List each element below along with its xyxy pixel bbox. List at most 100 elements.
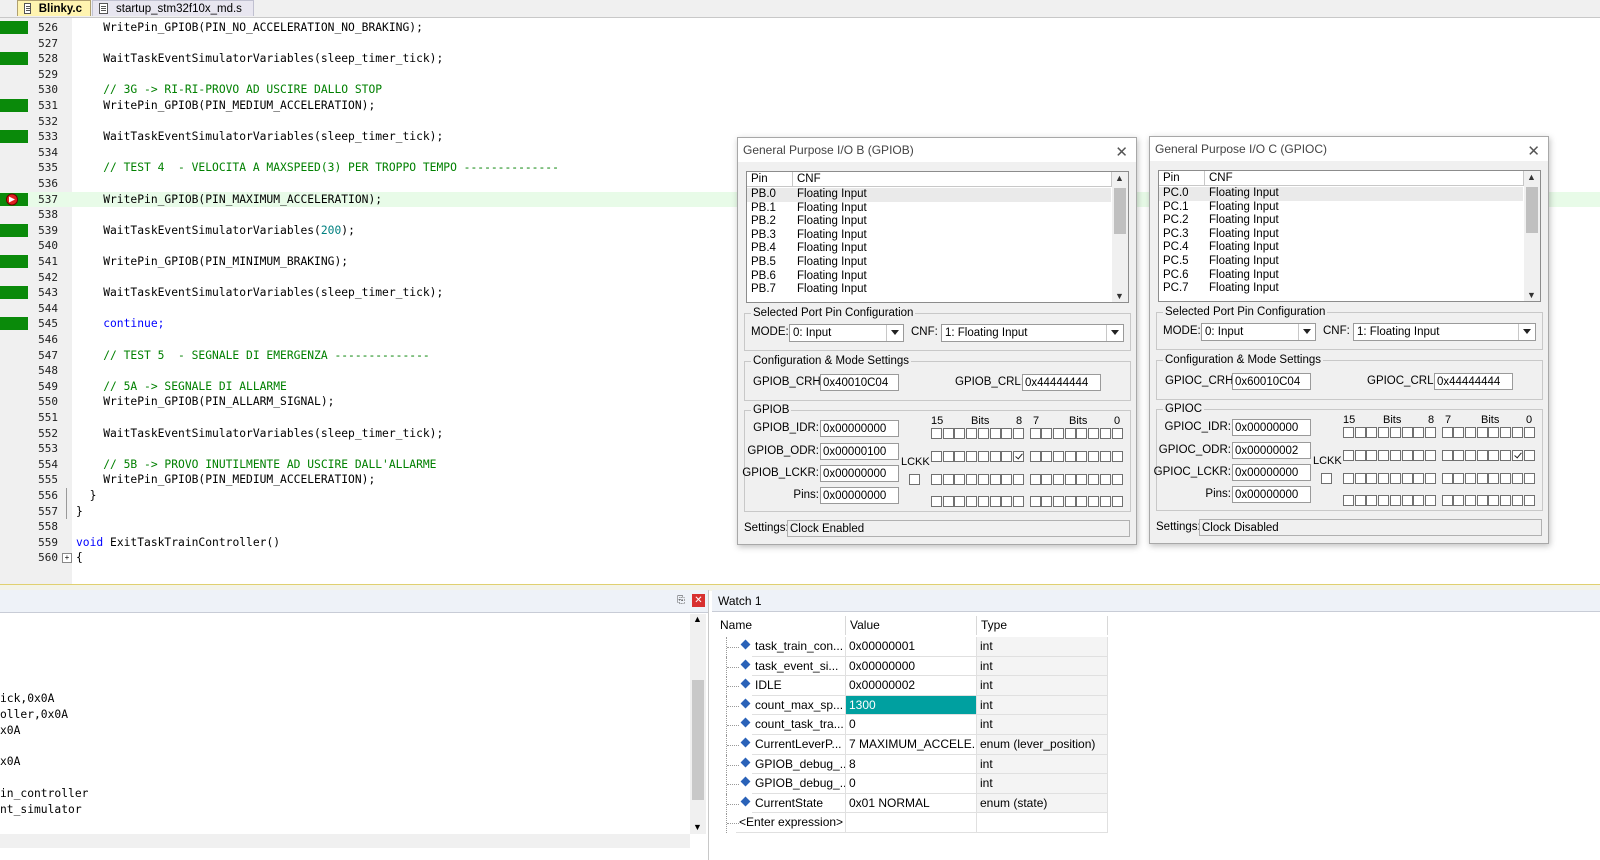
gpiob-dialog-title[interactable]: General Purpose I/O B (GPIOB) ✕ bbox=[738, 138, 1136, 162]
crl-field[interactable]: 0x44444444 bbox=[1022, 374, 1101, 391]
idr-bit-9-checkbox[interactable] bbox=[1001, 428, 1013, 439]
idr-bit-14-checkbox[interactable] bbox=[942, 428, 954, 439]
lckr-bit-6-checkbox[interactable] bbox=[1453, 473, 1465, 484]
output-horizontal-scrollbar[interactable] bbox=[0, 834, 690, 848]
idr-field[interactable]: 0x00000000 bbox=[1232, 419, 1311, 436]
pins-bit-8-checkbox[interactable] bbox=[1424, 495, 1436, 506]
watch-name[interactable]: task_event_si... bbox=[752, 656, 846, 677]
pins-bit-2-checkbox[interactable] bbox=[1500, 495, 1512, 506]
idr-bit-6-checkbox[interactable] bbox=[1453, 427, 1465, 438]
idr-bit-1-checkbox[interactable] bbox=[1511, 427, 1523, 438]
lckk-checkbox[interactable] bbox=[909, 474, 920, 485]
lckr-bit-1-checkbox[interactable] bbox=[1099, 474, 1111, 485]
odr-bit-8-checkbox[interactable] bbox=[1424, 450, 1436, 461]
scroll-thumb[interactable] bbox=[1114, 188, 1126, 234]
cnf-select[interactable]: 1: Floating Input bbox=[1353, 323, 1536, 341]
watch-name[interactable]: IDLE bbox=[752, 676, 846, 696]
code-line[interactable]: 531 WritePin_GPIOB(PIN_MEDIUM_ACCELERATI… bbox=[0, 98, 1600, 114]
idr-bit-6-checkbox[interactable] bbox=[1041, 428, 1053, 439]
pins-bit-5-checkbox[interactable] bbox=[1053, 496, 1064, 507]
pins-bit-7-checkbox[interactable] bbox=[1029, 496, 1041, 507]
odr-bit-8-checkbox[interactable] bbox=[1012, 451, 1024, 462]
lckr-bit-5-checkbox[interactable] bbox=[1465, 473, 1476, 484]
code-line[interactable]: 526 WritePin_GPIOB(PIN_NO_ACCELERATION_N… bbox=[0, 20, 1600, 36]
odr-bit-11-checkbox[interactable] bbox=[977, 451, 989, 462]
idr-bit-0-checkbox[interactable] bbox=[1523, 427, 1535, 438]
lckr-bit-2-checkbox[interactable] bbox=[1088, 474, 1100, 485]
pins-bit-6-checkbox[interactable] bbox=[1041, 496, 1053, 507]
watch-value[interactable]: 0 bbox=[846, 715, 977, 735]
scroll-down-icon[interactable]: ▼ bbox=[693, 822, 702, 832]
cnf-column-header[interactable]: CNF bbox=[793, 172, 1112, 187]
lckr-bit-0-checkbox[interactable] bbox=[1111, 474, 1123, 485]
odr-field[interactable]: 0x00000100 bbox=[820, 443, 899, 460]
pins-bit-9-checkbox[interactable] bbox=[1413, 495, 1425, 506]
watch-header-name[interactable]: Name bbox=[716, 616, 846, 635]
close-icon[interactable]: ✕ bbox=[1527, 140, 1540, 164]
pin-row[interactable]: PB.3 Floating Input bbox=[747, 229, 1111, 243]
watch-header-value[interactable]: Value bbox=[846, 616, 977, 635]
pins-bit-12-checkbox[interactable] bbox=[966, 496, 978, 507]
pins-bit-0-checkbox[interactable] bbox=[1523, 495, 1535, 506]
odr-bit-7-checkbox[interactable] bbox=[1029, 451, 1041, 462]
lckr-bit-12-checkbox[interactable] bbox=[1378, 473, 1390, 484]
odr-bit-1-checkbox[interactable] bbox=[1099, 451, 1111, 462]
scroll-up-icon[interactable]: ▲ bbox=[1115, 173, 1124, 183]
watch-row[interactable]: GPIOB_debug_... 0 int bbox=[712, 774, 1112, 795]
cnf-column-header[interactable]: CNF bbox=[1205, 171, 1524, 186]
idr-bit-3-checkbox[interactable] bbox=[1488, 427, 1500, 438]
cnf-select[interactable]: 1: Floating Input bbox=[941, 324, 1124, 342]
pin-row[interactable]: PC.6 Floating Input bbox=[1159, 269, 1523, 283]
lckr-bit-8-checkbox[interactable] bbox=[1424, 473, 1436, 484]
pin-row[interactable]: PC.1 Floating Input bbox=[1159, 201, 1523, 215]
watch-row[interactable]: GPIOB_debug_... 8 int bbox=[712, 754, 1112, 775]
chevron-down-icon[interactable] bbox=[1518, 324, 1535, 340]
pins-field[interactable]: 0x00000000 bbox=[1232, 486, 1311, 503]
watch-value-empty[interactable] bbox=[846, 813, 977, 833]
fold-expand-icon[interactable]: + bbox=[62, 553, 72, 564]
scroll-down-icon[interactable]: ▼ bbox=[1115, 291, 1124, 301]
pins-bit-3-checkbox[interactable] bbox=[1076, 496, 1088, 507]
idr-bit-13-checkbox[interactable] bbox=[954, 428, 966, 439]
lckr-bit-11-checkbox[interactable] bbox=[977, 474, 989, 485]
idr-bit-14-checkbox[interactable] bbox=[1354, 427, 1366, 438]
scroll-thumb[interactable] bbox=[692, 680, 704, 800]
lckr-bit-4-checkbox[interactable] bbox=[1064, 474, 1076, 485]
lckr-bit-14-checkbox[interactable] bbox=[1354, 473, 1366, 484]
pin-row[interactable]: PC.3 Floating Input bbox=[1159, 228, 1523, 242]
scroll-up-icon[interactable]: ▲ bbox=[693, 614, 702, 624]
watch-enter-row[interactable]: <Enter expression> bbox=[712, 813, 1112, 834]
odr-bit-5-checkbox[interactable] bbox=[1465, 450, 1476, 461]
lckr-bit-9-checkbox[interactable] bbox=[1001, 474, 1013, 485]
pin-row[interactable]: PC.4 Floating Input bbox=[1159, 241, 1523, 255]
idr-field[interactable]: 0x00000000 bbox=[820, 420, 899, 437]
pins-bit-3-checkbox[interactable] bbox=[1488, 495, 1500, 506]
watch-row[interactable]: count_task_tra... 0 int bbox=[712, 715, 1112, 736]
code-line[interactable]: 530 // 3G -> RI-RI-PROVO AD USCIRE DALLO… bbox=[0, 82, 1600, 98]
mode-select[interactable]: 0: Input bbox=[789, 324, 904, 342]
odr-bit-12-checkbox[interactable] bbox=[966, 451, 978, 462]
lckr-bit-4-checkbox[interactable] bbox=[1476, 473, 1488, 484]
tab-blinky-c[interactable]: Blinky.c bbox=[17, 0, 91, 16]
pins-bit-4-checkbox[interactable] bbox=[1476, 495, 1488, 506]
watch-name[interactable]: count_task_tra... bbox=[752, 715, 846, 735]
lckr-bit-2-checkbox[interactable] bbox=[1500, 473, 1512, 484]
lckr-bit-13-checkbox[interactable] bbox=[1366, 473, 1378, 484]
lckr-bit-10-checkbox[interactable] bbox=[1401, 473, 1413, 484]
scroll-thumb[interactable] bbox=[1526, 187, 1538, 233]
code-line[interactable]: 529 bbox=[0, 67, 1600, 83]
lckr-bit-3-checkbox[interactable] bbox=[1076, 474, 1088, 485]
idr-bit-5-checkbox[interactable] bbox=[1053, 428, 1064, 439]
watch-value[interactable]: 1300 bbox=[846, 695, 977, 716]
idr-bit-13-checkbox[interactable] bbox=[1366, 427, 1378, 438]
pin-row[interactable]: PB.2 Floating Input bbox=[747, 215, 1111, 229]
odr-bit-9-checkbox[interactable] bbox=[1413, 450, 1425, 461]
pin-list-scrollbar[interactable]: ▲ ▼ bbox=[1524, 171, 1540, 301]
odr-bit-2-checkbox[interactable] bbox=[1500, 450, 1512, 461]
crl-field[interactable]: 0x44444444 bbox=[1434, 373, 1513, 390]
watch-value[interactable]: 0x00000000 bbox=[846, 656, 977, 677]
scroll-up-icon[interactable]: ▲ bbox=[1527, 172, 1536, 182]
gpioc-pin-list[interactable]: Pin CNF PC.0 Floating Input PC.1 Floating I… bbox=[1158, 170, 1541, 302]
odr-bit-10-checkbox[interactable] bbox=[1401, 450, 1413, 461]
close-icon[interactable]: ✕ bbox=[1115, 141, 1128, 165]
